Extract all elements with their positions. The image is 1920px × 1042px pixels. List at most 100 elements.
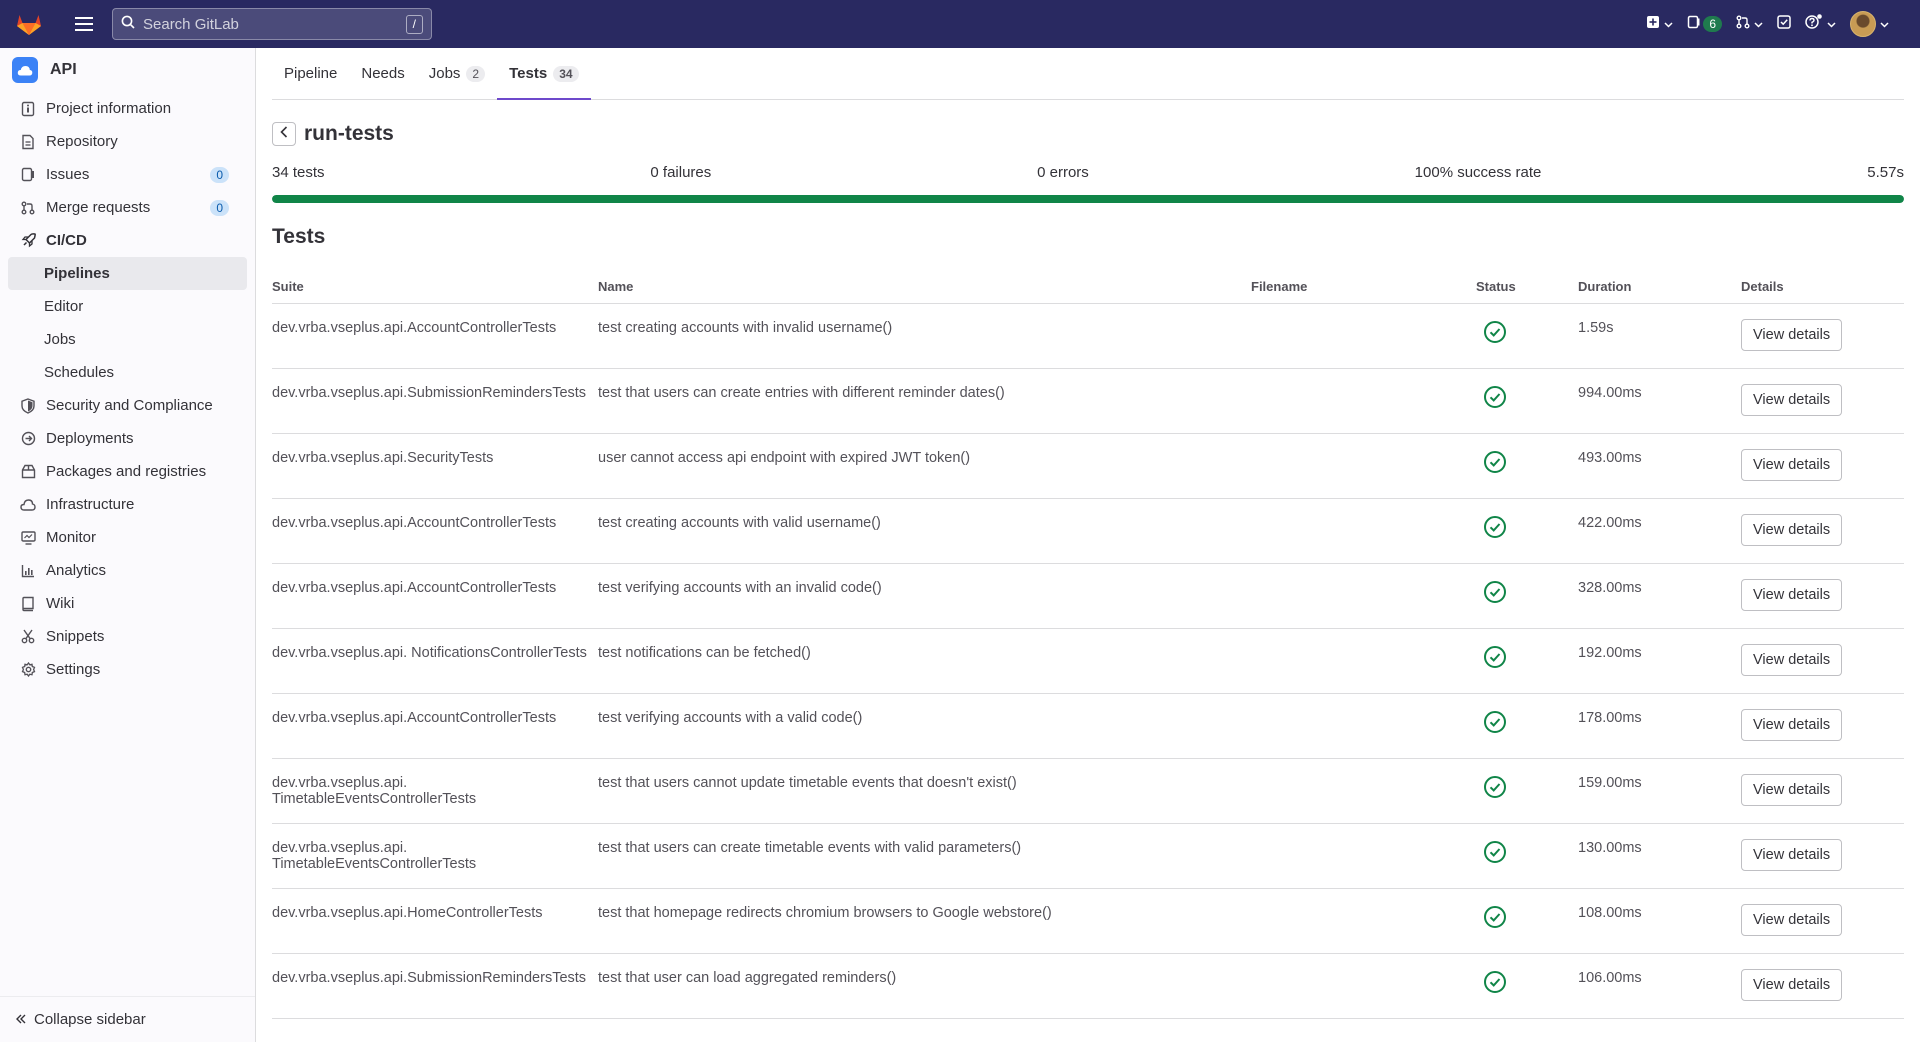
tab-tests[interactable]: Tests 34 <box>497 48 591 100</box>
test-status <box>1476 953 1578 1019</box>
sidebar-item-wiki[interactable]: Wiki <box>0 587 255 620</box>
double-chevron-left-icon <box>16 1011 26 1028</box>
gitlab-logo[interactable] <box>14 9 44 39</box>
user-menu-button[interactable] <box>1843 8 1896 40</box>
test-status <box>1476 823 1578 889</box>
hamburger-icon[interactable] <box>72 12 96 36</box>
todo-button[interactable] <box>1770 8 1798 40</box>
sidebar-item-settings[interactable]: Settings <box>0 653 255 686</box>
test-status <box>1476 368 1578 434</box>
sidebar-item-issues[interactable]: Issues 0 <box>0 158 255 191</box>
test-duration: 108.00ms <box>1578 888 1741 954</box>
table-row: dev.vrba.vseplus.api. NotificationsContr… <box>272 628 1904 694</box>
sidebar-item-label: Security and Compliance <box>46 397 213 414</box>
sidebar-item-cicd[interactable]: CI/CD <box>0 224 255 257</box>
failures-count: 0 failures <box>650 164 712 181</box>
view-details-button[interactable]: View details <box>1741 318 1843 351</box>
gear-icon <box>20 662 36 678</box>
success-progress-bar <box>272 195 1904 203</box>
chart-icon <box>20 563 36 579</box>
table-row: dev.vrba.vseplus.api.AccountControllerTe… <box>272 693 1904 759</box>
issues-icon <box>20 167 36 183</box>
issues-button[interactable]: 6 <box>1680 8 1729 40</box>
package-icon <box>20 464 36 480</box>
success-check-icon <box>1483 645 1507 673</box>
search-box[interactable]: / <box>112 8 432 40</box>
view-details-button[interactable]: View details <box>1741 968 1843 1001</box>
search-icon <box>121 15 135 34</box>
back-button[interactable] <box>272 122 296 146</box>
sidebar-item-snippets[interactable]: Snippets <box>0 620 255 653</box>
view-details-button[interactable]: View details <box>1741 578 1843 611</box>
view-details-button[interactable]: View details <box>1741 708 1843 741</box>
success-check-icon <box>1483 320 1507 348</box>
test-suite: dev.vrba.vseplus.api. TimetableEventsCon… <box>272 758 598 824</box>
test-details-cell: View details <box>1741 823 1904 889</box>
cloud-icon <box>12 57 38 83</box>
test-duration: 422.00ms <box>1578 498 1741 564</box>
test-duration: 159.00ms <box>1578 758 1741 824</box>
table-row: dev.vrba.vseplus.api. TimetableEventsCon… <box>272 823 1904 889</box>
collapse-sidebar-button[interactable]: Collapse sidebar <box>0 996 255 1042</box>
sidebar-item-label: Merge requests <box>46 199 151 216</box>
cloud-icon <box>20 497 36 513</box>
chevron-left-icon <box>280 125 288 143</box>
sidebar-item-editor[interactable]: Editor <box>0 290 255 323</box>
sidebar-item-repository[interactable]: Repository <box>0 125 255 158</box>
test-summary-stats: 34 tests 0 failures 0 errors 100% succes… <box>272 164 1904 181</box>
test-name: test creating accounts with invalid user… <box>598 303 1251 369</box>
tab-pipeline[interactable]: Pipeline <box>272 48 349 99</box>
project-name: API <box>50 61 77 78</box>
view-details-button[interactable]: View details <box>1741 513 1843 546</box>
merge-request-icon <box>20 200 36 216</box>
test-filename <box>1251 563 1476 629</box>
view-details-button[interactable]: View details <box>1741 643 1843 676</box>
test-duration: 493.00ms <box>1578 433 1741 499</box>
sidebar-item-schedules[interactable]: Schedules <box>0 356 255 389</box>
sidebar-item-project-information[interactable]: Project information <box>0 92 255 125</box>
test-status <box>1476 888 1578 954</box>
tests-section-title: Tests <box>272 225 326 248</box>
issues-icon <box>1687 15 1701 34</box>
sidebar-item-pipelines[interactable]: Pipelines <box>8 257 247 290</box>
test-duration: 130.00ms <box>1578 823 1741 889</box>
view-details-button[interactable]: View details <box>1741 383 1843 416</box>
sidebar-item-label: Project information <box>46 100 172 117</box>
sidebar-item-jobs[interactable]: Jobs <box>0 323 255 356</box>
scissors-icon <box>20 629 36 645</box>
test-details-cell: View details <box>1741 758 1904 824</box>
view-details-button[interactable]: View details <box>1741 773 1843 806</box>
new-menu-button[interactable] <box>1639 8 1680 40</box>
sidebar-item-label: Jobs <box>44 331 76 348</box>
table-row: dev.vrba.vseplus.api.AccountControllerTe… <box>272 303 1904 369</box>
sidebar-project[interactable]: API <box>0 48 255 92</box>
tab-jobs[interactable]: Jobs 2 <box>417 48 497 99</box>
success-check-icon <box>1483 710 1507 738</box>
test-filename <box>1251 303 1476 369</box>
column-header-details: Details <box>1741 271 1904 304</box>
sidebar-item-security-and-compliance[interactable]: Security and Compliance <box>0 389 255 422</box>
sidebar-item-merge-requests[interactable]: Merge requests 0 <box>0 191 255 224</box>
test-status <box>1476 628 1578 694</box>
test-suite: dev.vrba.vseplus.api.SubmissionReminders… <box>272 368 598 434</box>
sidebar-item-packages-and-registries[interactable]: Packages and registries <box>0 455 255 488</box>
search-input[interactable] <box>143 15 406 33</box>
sidebar-item-monitor[interactable]: Monitor <box>0 521 255 554</box>
view-details-button[interactable]: View details <box>1741 903 1843 936</box>
table-row: dev.vrba.vseplus.api.AccountControllerTe… <box>272 498 1904 564</box>
total-duration: 5.57s <box>1867 164 1904 181</box>
sidebar-item-deployments[interactable]: Deployments <box>0 422 255 455</box>
sidebar-item-infrastructure[interactable]: Infrastructure <box>0 488 255 521</box>
test-name: test that user can load aggregated remin… <box>598 953 1251 1019</box>
tab-label: Jobs <box>428 65 461 82</box>
test-filename <box>1251 498 1476 564</box>
help-button[interactable] <box>1798 8 1843 40</box>
view-details-button[interactable]: View details <box>1741 838 1843 871</box>
sidebar-item-analytics[interactable]: Analytics <box>0 554 255 587</box>
view-details-button[interactable]: View details <box>1741 448 1843 481</box>
merge-requests-button[interactable] <box>1729 8 1770 40</box>
tab-count-badge: 34 <box>553 65 579 82</box>
tab-needs[interactable]: Needs <box>349 48 416 99</box>
test-suite: dev.vrba.vseplus.api.SecurityTests <box>272 433 598 499</box>
test-name: test that users can create entries with … <box>598 368 1251 434</box>
